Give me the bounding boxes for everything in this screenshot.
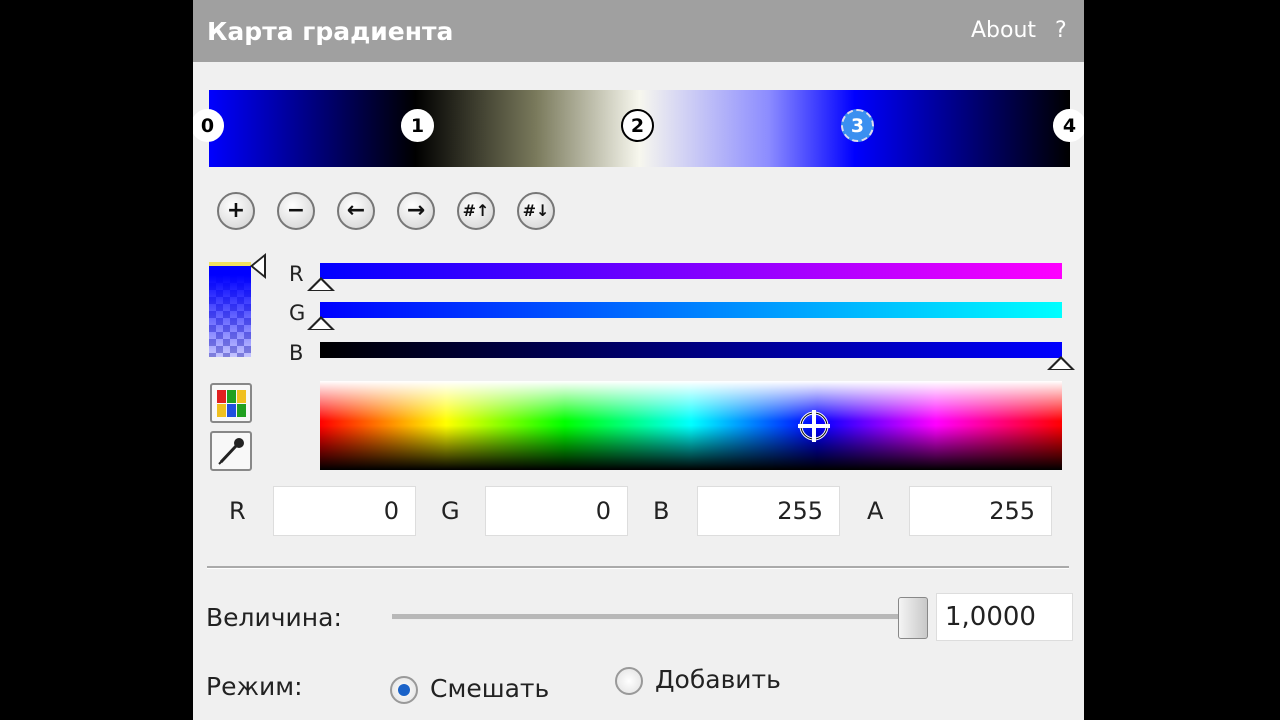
b-slider[interactable] — [320, 342, 1075, 370]
g-value-field[interactable]: 0 — [485, 486, 628, 536]
gradient-stop-0[interactable]: 0 — [193, 109, 224, 142]
magnitude-slider-track[interactable] — [392, 614, 922, 620]
radio-selected-dot — [398, 684, 410, 696]
spectrum-shade — [320, 381, 1062, 470]
gradient-stop-3[interactable]: 3 — [841, 109, 874, 142]
gradient-stop-2[interactable]: 2 — [621, 109, 654, 142]
b-slider-thumb[interactable] — [1047, 356, 1075, 370]
palette-icon-part — [237, 390, 246, 403]
b-value-field[interactable]: 255 — [697, 486, 840, 536]
palette-icon-part — [227, 404, 236, 417]
color-swatch[interactable] — [209, 262, 251, 357]
eyedropper-icon — [218, 438, 244, 465]
g-value-label: G — [441, 497, 460, 525]
mode-add-label[interactable]: Добавить — [655, 665, 781, 694]
distribute-down-button[interactable]: #↓ — [517, 192, 555, 230]
a-value-label: A — [867, 497, 884, 525]
palette-icon — [217, 390, 226, 403]
color-spectrum[interactable] — [320, 381, 1062, 470]
b-value-label: B — [653, 497, 670, 525]
r-slider[interactable] — [307, 263, 1062, 291]
gradient-bar[interactable]: 0 1 2 3 4 — [193, 90, 1084, 167]
gradient-map-panel: Карта градиента About ? 0 1 2 3 4 + − ← … — [193, 0, 1084, 720]
r-slider-thumb[interactable] — [307, 277, 335, 291]
palette-icon-part — [227, 390, 236, 403]
move-right-button[interactable]: → — [397, 192, 435, 230]
palette-icon-part — [237, 404, 246, 417]
magnitude-slider-thumb[interactable] — [898, 597, 928, 639]
swatch-pointer-inner — [253, 257, 264, 275]
magnitude-label: Величина: — [206, 603, 342, 632]
crosshair-cursor-icon — [798, 410, 830, 442]
b-slider-label: B — [289, 341, 304, 365]
swatch-fill — [209, 262, 251, 357]
help-link[interactable]: ? — [1055, 18, 1067, 43]
g-slider-label: G — [289, 301, 306, 325]
distribute-up-button[interactable]: #↑ — [457, 192, 495, 230]
gradient-stop-4[interactable]: 4 — [1053, 109, 1084, 142]
mode-blend-radio[interactable] — [390, 676, 418, 704]
g-slider-thumb[interactable] — [307, 316, 335, 330]
g-slider[interactable] — [307, 302, 1062, 330]
mode-label: Режим: — [206, 672, 303, 701]
magnitude-input[interactable]: 1,0000 — [936, 593, 1073, 641]
add-stop-button[interactable]: + — [217, 192, 255, 230]
eyedropper-button[interactable] — [210, 431, 252, 471]
palette-button[interactable] — [210, 383, 252, 423]
mode-blend-label[interactable]: Смешать — [430, 674, 549, 703]
move-left-button[interactable]: ← — [337, 192, 375, 230]
panel-title: Карта градиента — [207, 17, 454, 46]
r-value-label: R — [229, 497, 246, 525]
a-value-field[interactable]: 255 — [909, 486, 1052, 536]
r-value-field[interactable]: 0 — [273, 486, 416, 536]
about-link[interactable]: About — [971, 18, 1036, 43]
title-bar: Карта градиента About ? — [193, 0, 1084, 62]
gradient-stop-1[interactable]: 1 — [401, 109, 434, 142]
separator — [207, 566, 1069, 569]
remove-stop-button[interactable]: − — [277, 192, 315, 230]
r-slider-label: R — [289, 262, 304, 286]
palette-icon-part — [217, 404, 226, 417]
mode-add-radio[interactable] — [615, 667, 643, 695]
